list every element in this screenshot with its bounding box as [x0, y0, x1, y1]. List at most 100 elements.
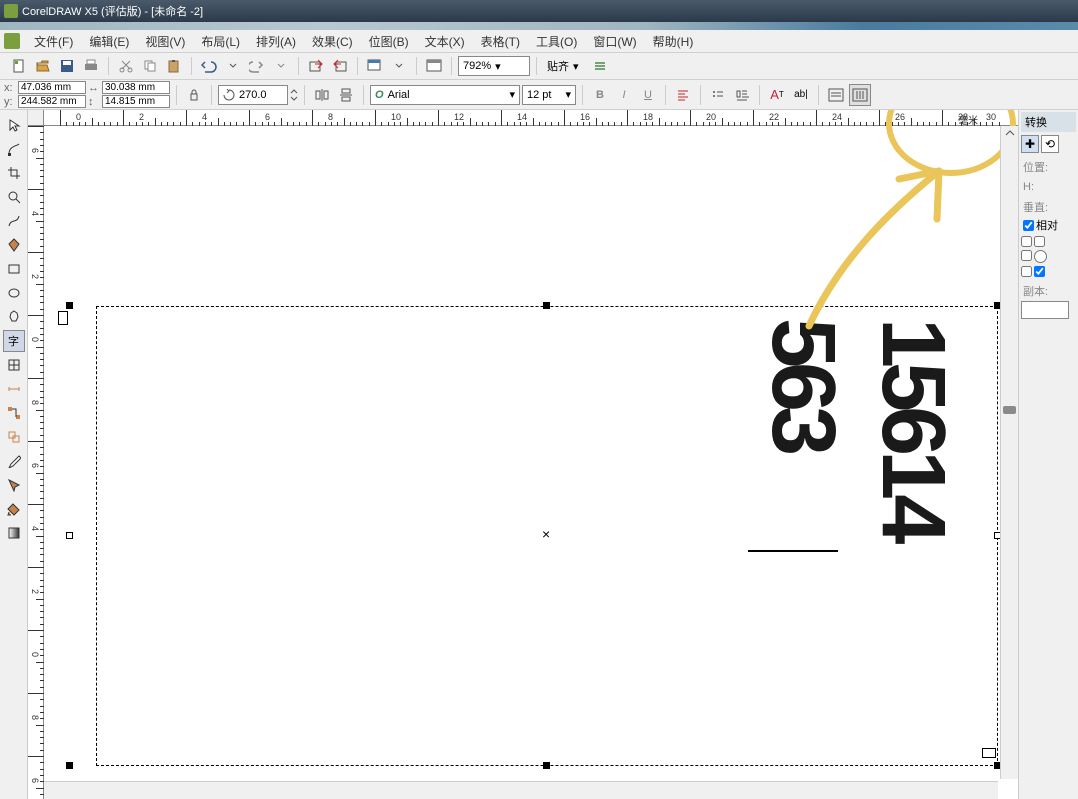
- anchor-ml[interactable]: [1021, 250, 1032, 261]
- redo-dropdown[interactable]: [270, 55, 292, 77]
- menu-view[interactable]: 视图(V): [137, 33, 193, 50]
- vertical-scrollbar[interactable]: [1000, 126, 1018, 779]
- fill-tool[interactable]: [3, 498, 25, 520]
- zoom-tool[interactable]: [3, 186, 25, 208]
- canvas[interactable]: × 15614 563: [44, 126, 998, 779]
- menu-file[interactable]: 文件(F): [26, 33, 81, 50]
- cut-button[interactable]: [115, 55, 137, 77]
- pick-tool[interactable]: [3, 114, 25, 136]
- char-format-button[interactable]: AT: [766, 84, 788, 106]
- menu-layout[interactable]: 布局(L): [193, 33, 248, 50]
- horizontal-text-button[interactable]: [825, 84, 847, 106]
- rotate-tab[interactable]: ⟲: [1041, 135, 1059, 153]
- spin-down[interactable]: [290, 95, 298, 102]
- undo-button[interactable]: [198, 55, 220, 77]
- menu-effects[interactable]: 效果(C): [304, 33, 361, 50]
- menu-tools[interactable]: 工具(O): [528, 33, 585, 50]
- font-combo[interactable]: O Arial ▾: [370, 85, 520, 105]
- outline-tool[interactable]: [3, 474, 25, 496]
- copy-button[interactable]: [139, 55, 161, 77]
- size-combo[interactable]: 12 pt ▾: [522, 85, 576, 105]
- underline-button[interactable]: U: [637, 84, 659, 106]
- app-launcher-dropdown[interactable]: [388, 55, 410, 77]
- menu-window[interactable]: 窗口(W): [585, 33, 644, 50]
- freehand-tool[interactable]: [3, 210, 25, 232]
- vertical-text-button[interactable]: [849, 84, 871, 106]
- print-button[interactable]: [80, 55, 102, 77]
- edit-text-button[interactable]: ab|: [790, 84, 812, 106]
- vertical-ruler[interactable]: 6 4 2 0 8 6 4 2 0 8 6: [28, 126, 44, 799]
- horizontal-ruler[interactable]: 0 2 4 6 8 10 12 14 16 18 20 22 24 26 28 …: [44, 110, 1018, 126]
- handle-tl[interactable]: [66, 302, 73, 309]
- connector-tool[interactable]: [3, 402, 25, 424]
- menu-arrange[interactable]: 排列(A): [248, 33, 304, 50]
- anchor-c[interactable]: [1034, 250, 1047, 263]
- position-tab[interactable]: ✚: [1021, 135, 1039, 153]
- handle-bm[interactable]: [543, 762, 550, 769]
- options-button[interactable]: [589, 55, 611, 77]
- shape-tool[interactable]: [3, 138, 25, 160]
- height-field[interactable]: 14.815 mm: [102, 95, 170, 108]
- handle-ml-outline[interactable]: [66, 532, 73, 539]
- dimension-tool[interactable]: [3, 378, 25, 400]
- save-button[interactable]: [56, 55, 78, 77]
- table-tool[interactable]: [3, 354, 25, 376]
- position-fields: x:47.036 mm y:244.582 mm: [4, 81, 86, 108]
- ellipse-tool[interactable]: [3, 282, 25, 304]
- eyedropper-tool[interactable]: [3, 450, 25, 472]
- relative-checkbox[interactable]: 相对: [1023, 217, 1074, 233]
- redo-button[interactable]: [246, 55, 268, 77]
- dropcap-button[interactable]: [731, 84, 753, 106]
- import-button[interactable]: [305, 55, 327, 77]
- undo-dropdown[interactable]: [222, 55, 244, 77]
- anchor-bl[interactable]: [1021, 266, 1032, 277]
- scroll-up-icon[interactable]: [1001, 126, 1018, 140]
- effects-tool[interactable]: [3, 426, 25, 448]
- scroll-thumb[interactable]: [1003, 406, 1016, 414]
- crop-tool[interactable]: [3, 162, 25, 184]
- new-button[interactable]: [8, 55, 30, 77]
- app-launcher-button[interactable]: [364, 55, 386, 77]
- width-field[interactable]: 30.038 mm: [102, 81, 170, 94]
- vertical-text-line2[interactable]: 563: [758, 318, 848, 450]
- handle-tm[interactable]: [543, 302, 550, 309]
- ruler-corner[interactable]: [28, 110, 44, 126]
- x-field[interactable]: 47.036 mm: [18, 81, 86, 94]
- handle-bl[interactable]: [66, 762, 73, 769]
- handle-ml-tab[interactable]: [58, 311, 68, 325]
- bullets-button[interactable]: [707, 84, 729, 106]
- spin-up[interactable]: [290, 88, 298, 95]
- menu-help[interactable]: 帮助(H): [645, 33, 702, 50]
- anchor-tr[interactable]: [1034, 236, 1045, 247]
- menu-bitmap[interactable]: 位图(B): [361, 33, 417, 50]
- menu-table[interactable]: 表格(T): [473, 33, 528, 50]
- anchor-br[interactable]: [1034, 266, 1045, 277]
- mirror-h-button[interactable]: [311, 84, 333, 106]
- export-button[interactable]: [329, 55, 351, 77]
- y-field[interactable]: 244.582 mm: [18, 95, 86, 108]
- text-tool[interactable]: 字: [3, 330, 25, 352]
- handle-br-tab[interactable]: [982, 748, 996, 758]
- paste-button[interactable]: [163, 55, 185, 77]
- mirror-v-button[interactable]: [335, 84, 357, 106]
- menu-text[interactable]: 文本(X): [417, 33, 473, 50]
- align-button[interactable]: [672, 84, 694, 106]
- smart-fill-tool[interactable]: [3, 234, 25, 256]
- interactive-fill-tool[interactable]: [3, 522, 25, 544]
- open-button[interactable]: [32, 55, 54, 77]
- rectangle-tool[interactable]: [3, 258, 25, 280]
- rotation-field[interactable]: 270.0: [218, 85, 288, 105]
- italic-button[interactable]: I: [613, 84, 635, 106]
- zoom-combo[interactable]: 792% ▾: [458, 56, 530, 76]
- menu-edit[interactable]: 编辑(E): [81, 33, 137, 50]
- panel-title[interactable]: 转换: [1021, 112, 1076, 132]
- welcome-button[interactable]: [423, 55, 445, 77]
- bold-button[interactable]: B: [589, 84, 611, 106]
- snap-combo[interactable]: 贴齐 ▾: [543, 56, 587, 76]
- anchor-tl[interactable]: [1021, 236, 1032, 247]
- vertical-text-line1[interactable]: 15614: [868, 318, 958, 538]
- copy-field[interactable]: [1021, 301, 1069, 319]
- lock-ratio-button[interactable]: [183, 84, 205, 106]
- polygon-tool[interactable]: [3, 306, 25, 328]
- horizontal-scrollbar[interactable]: [44, 781, 998, 799]
